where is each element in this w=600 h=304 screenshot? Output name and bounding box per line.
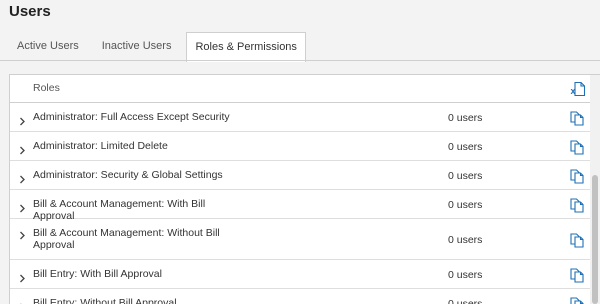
user-count: 0 users xyxy=(448,170,483,182)
svg-text:x: x xyxy=(571,86,576,96)
role-name: Administrator: Limited Delete xyxy=(33,140,168,152)
excel-export-icon[interactable]: x xyxy=(570,81,586,97)
chevron-right-icon[interactable] xyxy=(18,270,27,283)
copy-icon[interactable] xyxy=(570,169,584,184)
copy-icon[interactable] xyxy=(570,297,584,304)
chevron-right-icon[interactable] xyxy=(18,142,27,155)
vertical-scrollbar[interactable] xyxy=(590,75,600,304)
table-header: Roles x xyxy=(10,75,600,103)
user-count: 0 users xyxy=(448,112,483,124)
chevron-right-icon[interactable] xyxy=(18,299,27,304)
roles-column-header: Roles xyxy=(33,82,60,94)
user-count: 0 users xyxy=(448,298,483,304)
table-row[interactable]: Administrator: Full Access Except Securi… xyxy=(10,103,600,132)
user-count: 0 users xyxy=(448,199,483,211)
copy-icon[interactable] xyxy=(570,233,584,248)
role-name: Bill Entry: With Bill Approval xyxy=(33,268,162,280)
tab-bar: Active Users Inactive Users Roles & Perm… xyxy=(9,32,306,62)
table-row[interactable]: Bill Entry: With Bill Approval 0 users xyxy=(10,260,600,289)
chevron-right-icon[interactable] xyxy=(18,200,27,213)
scrollbar-thumb[interactable] xyxy=(592,175,598,304)
user-count: 0 users xyxy=(448,141,483,153)
chevron-right-icon[interactable] xyxy=(18,227,27,240)
copy-icon[interactable] xyxy=(570,198,584,213)
table-row[interactable]: Administrator: Limited Delete 0 users xyxy=(10,132,600,161)
copy-icon[interactable] xyxy=(570,111,584,126)
role-name: Bill Entry: Without Bill Approval xyxy=(33,297,177,304)
tab-active-users[interactable]: Active Users xyxy=(9,32,87,61)
tab-roles-permissions[interactable]: Roles & Permissions xyxy=(186,32,306,62)
user-count: 0 users xyxy=(448,234,483,246)
role-name: Administrator: Full Access Except Securi… xyxy=(33,111,230,123)
table-row[interactable]: Bill Entry: Without Bill Approval 0 users xyxy=(10,289,600,304)
table-body: Administrator: Full Access Except Securi… xyxy=(10,103,600,304)
roles-table: Roles x Administrator: Full Access Excep… xyxy=(9,74,600,304)
tab-divider xyxy=(0,60,600,61)
tab-inactive-users[interactable]: Inactive Users xyxy=(94,32,180,61)
user-count: 0 users xyxy=(448,269,483,281)
copy-icon[interactable] xyxy=(570,268,584,283)
role-name: Administrator: Security & Global Setting… xyxy=(33,169,223,181)
table-row[interactable]: Bill & Account Management: Without Bill … xyxy=(10,219,600,260)
chevron-right-icon[interactable] xyxy=(18,171,27,184)
role-name: Bill & Account Management: Without Bill … xyxy=(33,227,220,251)
page-title: Users xyxy=(9,3,51,20)
table-row[interactable]: Administrator: Security & Global Setting… xyxy=(10,161,600,190)
chevron-right-icon[interactable] xyxy=(18,113,27,126)
table-row[interactable]: Bill & Account Management: With Bill App… xyxy=(10,190,600,222)
copy-icon[interactable] xyxy=(570,140,584,155)
